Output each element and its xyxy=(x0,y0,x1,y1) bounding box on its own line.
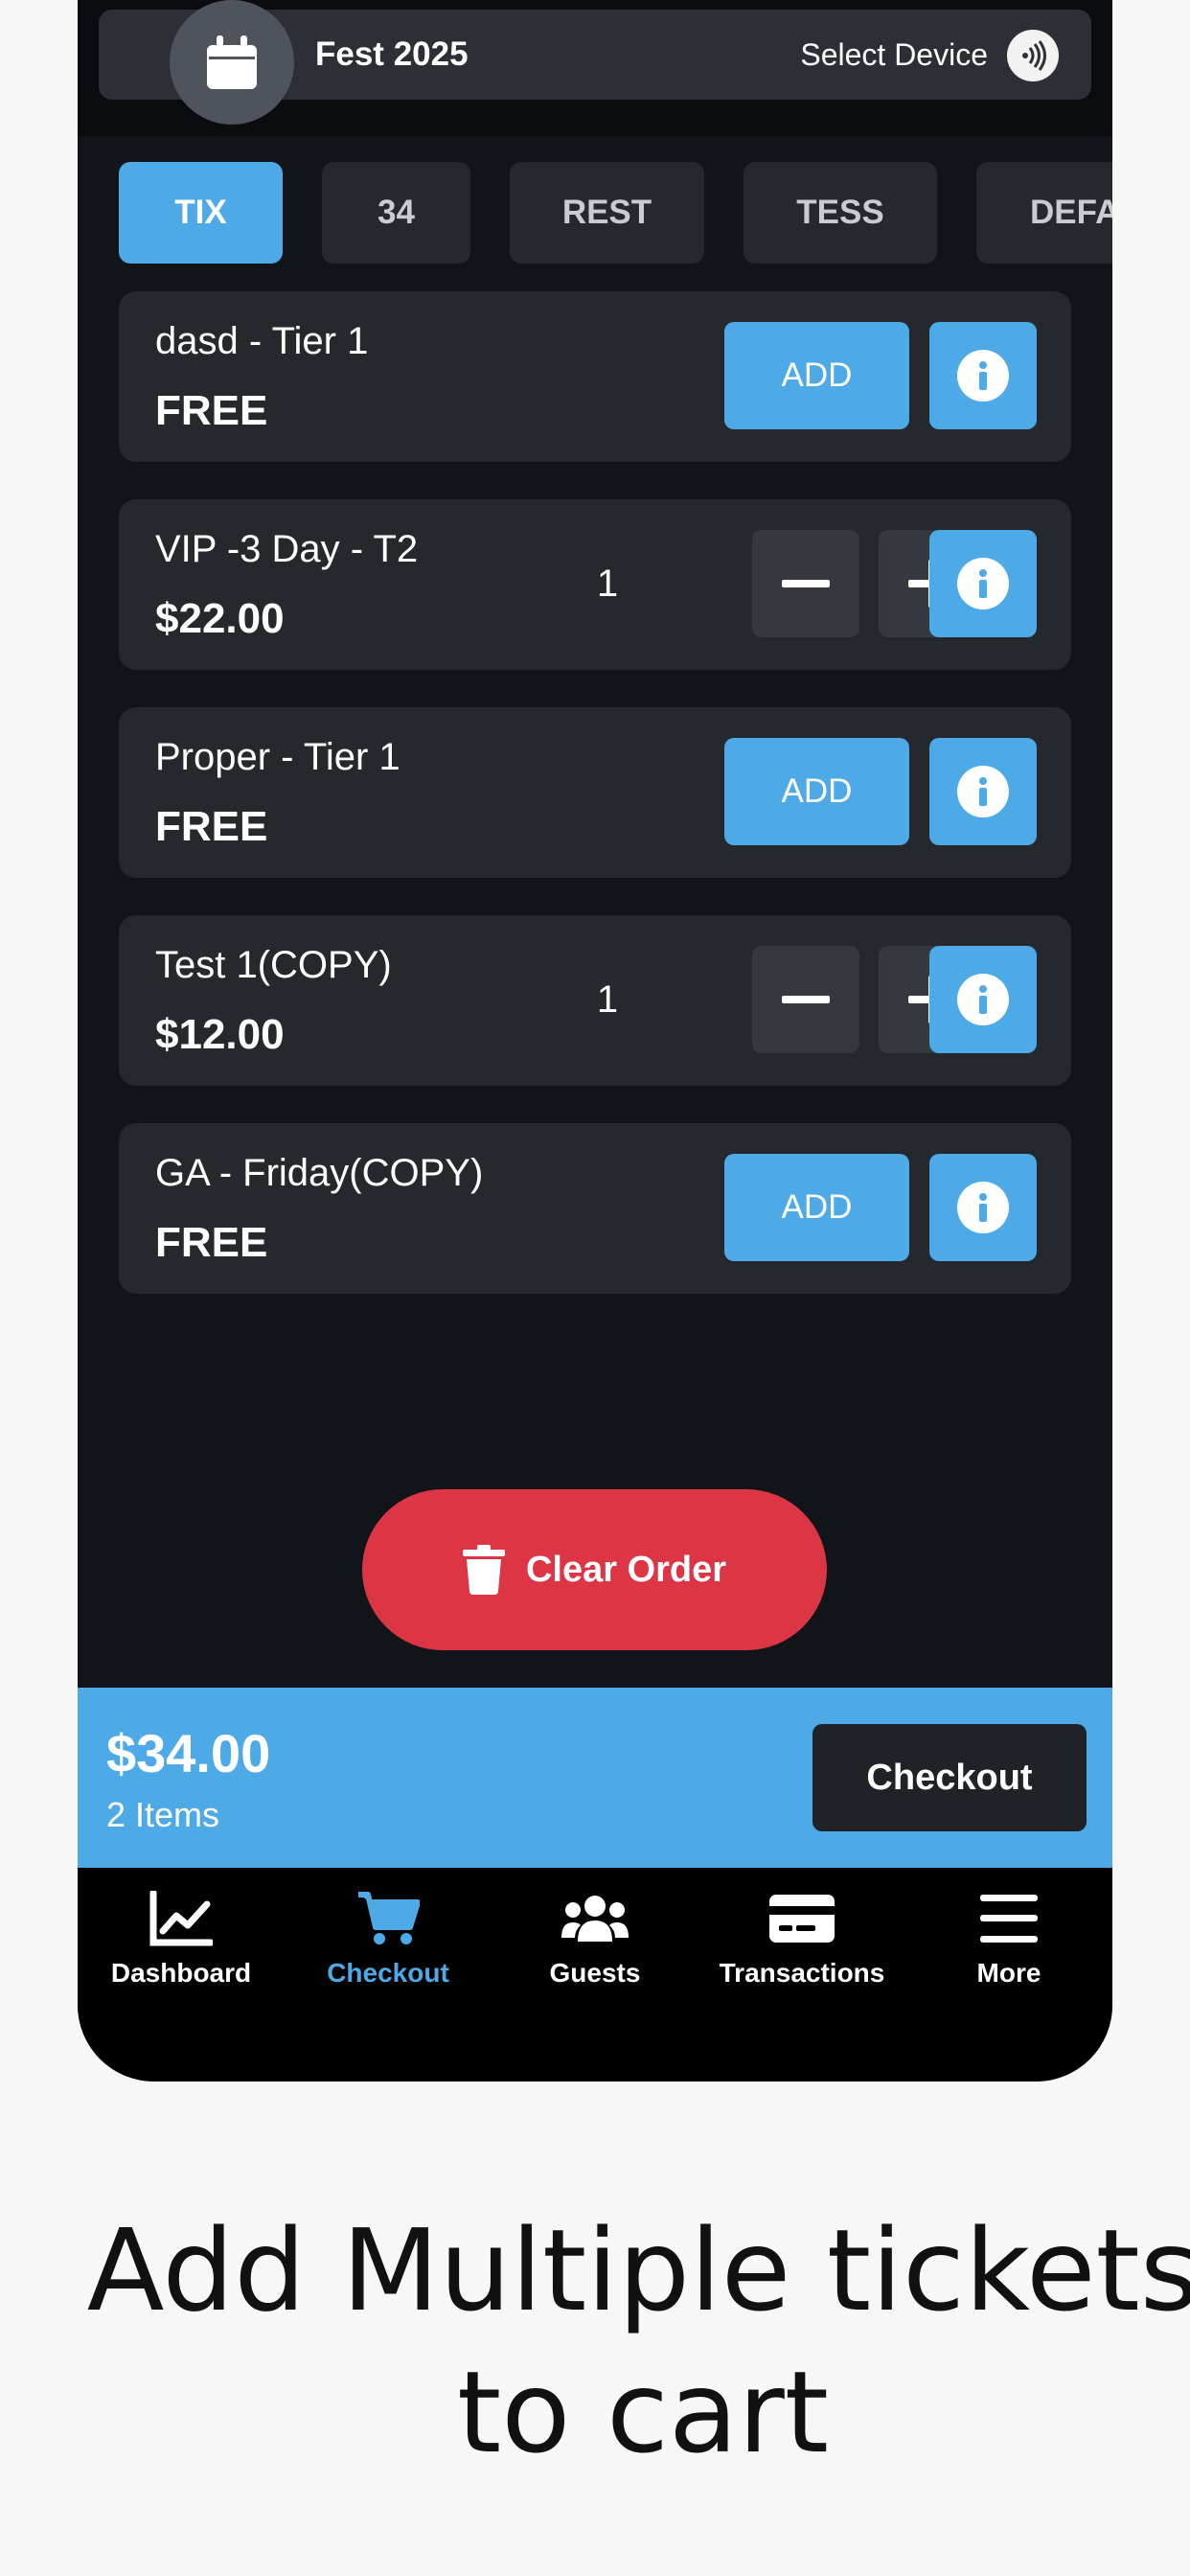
ticket-info-button[interactable] xyxy=(929,322,1037,429)
caption-line-1: Add Multiple tickets xyxy=(86,2204,1190,2336)
ticket-quantity: 1 xyxy=(596,563,619,605)
ticket-name: Test 1(COPY) xyxy=(155,944,392,986)
users-icon xyxy=(561,1887,629,1950)
tab-tix[interactable]: TIX xyxy=(119,162,283,264)
event-title: Fest 2025 xyxy=(315,35,469,73)
order-total: $34.00 xyxy=(106,1723,271,1783)
menu-icon xyxy=(980,1887,1038,1950)
info-icon xyxy=(957,974,1009,1025)
nav-transactions[interactable]: Transactions xyxy=(698,1887,905,2002)
ticket-info-button[interactable] xyxy=(929,738,1037,845)
nav-dashboard[interactable]: Dashboard xyxy=(78,1887,285,2002)
tab-defa[interactable]: DEFA xyxy=(976,162,1112,264)
ticket-price: FREE xyxy=(155,387,268,434)
ticket-price: FREE xyxy=(155,803,268,850)
add-ticket-button[interactable]: ADD xyxy=(724,738,909,845)
tab-tess[interactable]: TESS xyxy=(744,162,937,264)
calendar-button[interactable] xyxy=(170,0,294,125)
ticket-info-button[interactable] xyxy=(929,1154,1037,1261)
select-device-label[interactable]: Select Device xyxy=(800,10,988,100)
add-ticket-button[interactable]: ADD xyxy=(724,1154,909,1261)
order-items-count: 2 Items xyxy=(106,1795,220,1834)
ticket-price: FREE xyxy=(155,1219,268,1266)
nav-label: Dashboard xyxy=(110,1958,252,1988)
header-area: Fest 2025 Select Device xyxy=(78,0,1112,136)
info-icon xyxy=(957,350,1009,402)
nav-checkout[interactable]: Checkout xyxy=(285,1887,492,2002)
nav-label: Transactions xyxy=(719,1958,885,1988)
ticket-card: Test 1(COPY) $12.00 1 xyxy=(119,915,1071,1086)
ticket-info-button[interactable] xyxy=(929,530,1037,637)
calendar-icon xyxy=(207,35,257,89)
ticket-name: VIP -3 Day - T2 xyxy=(155,528,419,570)
phone-screen: Fest 2025 Select Device TIX 34 REST TESS… xyxy=(78,0,1112,2082)
nav-label: More xyxy=(976,1958,1041,1988)
ticket-name: GA - Friday(COPY) xyxy=(155,1152,484,1194)
ticket-price: $12.00 xyxy=(155,1011,285,1058)
tab-34[interactable]: 34 xyxy=(322,162,470,264)
tab-rest[interactable]: REST xyxy=(510,162,704,264)
nfc-icon xyxy=(1022,40,1046,71)
add-ticket-button[interactable]: ADD xyxy=(724,322,909,429)
checkout-button[interactable]: Checkout xyxy=(812,1724,1087,1831)
ticket-quantity: 1 xyxy=(596,978,619,1021)
decrease-quantity-button[interactable] xyxy=(752,530,859,637)
nav-label: Guests xyxy=(549,1958,641,1988)
credit-card-icon xyxy=(769,1887,835,1950)
ticket-name: Proper - Tier 1 xyxy=(155,736,400,778)
checkout-content: TIX 34 REST TESS DEFA dasd - Tier 1 FREE… xyxy=(78,136,1112,1688)
ticket-info-button[interactable] xyxy=(929,946,1037,1053)
cart-icon xyxy=(356,1887,420,1950)
event-header[interactable]: Fest 2025 Select Device xyxy=(99,0,1091,125)
minus-icon xyxy=(782,580,830,587)
clear-order-label: Clear Order xyxy=(525,1549,727,1590)
ticket-name: dasd - Tier 1 xyxy=(155,320,369,362)
nav-guests[interactable]: Guests xyxy=(492,1887,698,2002)
info-icon xyxy=(957,766,1009,817)
nav-more[interactable]: More xyxy=(905,1887,1112,2002)
ticket-card: VIP -3 Day - T2 $22.00 1 xyxy=(119,499,1071,670)
decrease-quantity-button[interactable] xyxy=(752,946,859,1053)
minus-icon xyxy=(782,996,830,1003)
category-tabs: TIX 34 REST TESS DEFA xyxy=(78,162,1112,264)
ticket-card: dasd - Tier 1 FREE ADD xyxy=(119,291,1071,462)
trash-icon xyxy=(462,1545,505,1595)
bottom-navigation: Dashboard Checkout Guests Transactions M… xyxy=(78,1868,1112,2082)
ticket-card: Proper - Tier 1 FREE ADD xyxy=(119,707,1071,878)
order-summary-bar: $34.00 2 Items Checkout xyxy=(78,1688,1112,1868)
info-icon xyxy=(957,558,1009,610)
info-icon xyxy=(957,1182,1009,1233)
caption-line-2: to cart xyxy=(457,2346,829,2478)
select-device-button[interactable] xyxy=(1007,30,1059,81)
nav-label: Checkout xyxy=(327,1958,449,1988)
chart-line-icon xyxy=(149,1887,213,1950)
ticket-card: GA - Friday(COPY) FREE ADD xyxy=(119,1123,1071,1294)
promo-caption: Add Multiple tickets to cart xyxy=(78,2199,1190,2483)
ticket-price: $22.00 xyxy=(155,595,285,642)
clear-order-button[interactable]: Clear Order xyxy=(362,1489,827,1650)
